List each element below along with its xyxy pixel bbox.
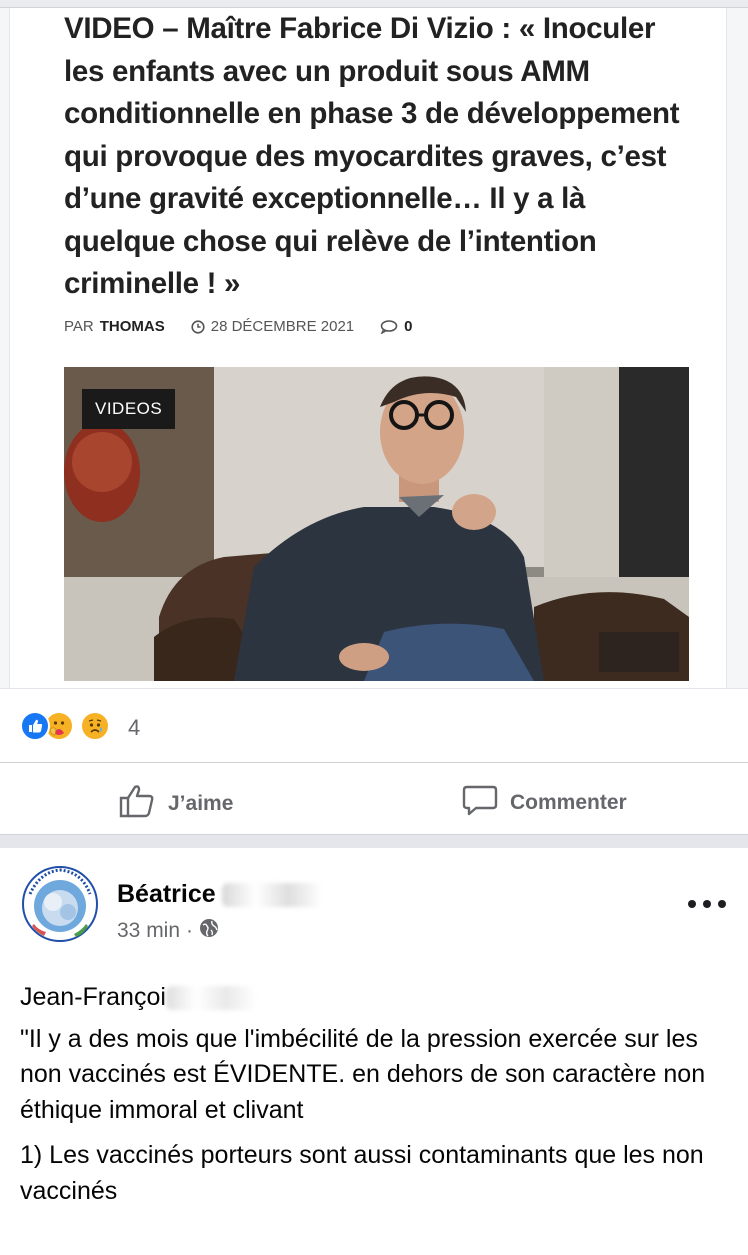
like-button[interactable]: J’aime xyxy=(118,783,233,825)
reactions-bar[interactable]: 4 xyxy=(0,688,748,762)
feed-post: Béatrice 33 min · Jean-Françoi "Il y a d… xyxy=(0,848,748,1255)
shared-article[interactable]: VIDEO – Maître Fabrice Di Vizio : « Inoc… xyxy=(0,8,748,688)
reaction-count[interactable]: 4 xyxy=(128,715,140,741)
comment-icon xyxy=(462,783,498,823)
article-headline[interactable]: VIDEO – Maître Fabrice Di Vizio : « Inoc… xyxy=(64,8,694,306)
post-author[interactable]: Béatrice xyxy=(117,880,322,909)
post-mention[interactable]: Jean-Françoi xyxy=(20,983,166,1011)
redacted-mention xyxy=(165,986,256,1011)
article-date: 28 DÉCEMBRE 2021 xyxy=(210,318,355,335)
article-author[interactable]: THOMAS xyxy=(100,318,165,335)
post-body: Jean-Françoi "Il y a des mois que l'imbé… xyxy=(20,980,720,1209)
feed-separator xyxy=(0,834,748,848)
post-author-name[interactable]: Béatrice xyxy=(117,880,216,908)
redacted-surname xyxy=(221,883,322,908)
top-status-bar xyxy=(0,0,748,8)
comment-bubble-icon xyxy=(380,319,398,334)
globe-icon xyxy=(199,918,219,944)
by-prefix: PAR xyxy=(64,318,94,335)
avatar[interactable] xyxy=(20,864,100,944)
comment-button[interactable]: Commenter xyxy=(462,783,627,823)
article-meta: PAR THOMAS 28 DÉCEMBRE 2021 0 xyxy=(64,318,412,335)
post-actions: J’aime Commenter xyxy=(0,762,748,834)
article-right-border xyxy=(726,8,748,688)
post-paragraph-2: 1) Les vaccinés porteurs sont aussi cont… xyxy=(20,1141,704,1205)
thumbs-up-icon xyxy=(118,783,156,825)
article-left-border xyxy=(0,8,10,688)
reaction-icons[interactable] xyxy=(20,711,120,741)
clock-icon xyxy=(191,319,205,334)
like-label: J’aime xyxy=(168,792,234,815)
like-reaction-icon xyxy=(20,711,50,741)
sad-reaction-icon xyxy=(80,711,110,741)
article-comment-count[interactable]: 0 xyxy=(404,318,412,335)
video-thumbnail[interactable]: VIDEOS xyxy=(64,367,689,681)
post-paragraph-1: "Il y a des mois que l'imbécilité de la … xyxy=(20,1024,706,1124)
comment-label: Commenter xyxy=(510,791,627,814)
videos-badge[interactable]: VIDEOS xyxy=(82,389,176,429)
separator-dot: · xyxy=(186,919,194,942)
more-options-icon[interactable] xyxy=(688,900,726,910)
post-meta: 33 min · xyxy=(117,918,219,944)
post-time[interactable]: 33 min xyxy=(117,919,180,943)
